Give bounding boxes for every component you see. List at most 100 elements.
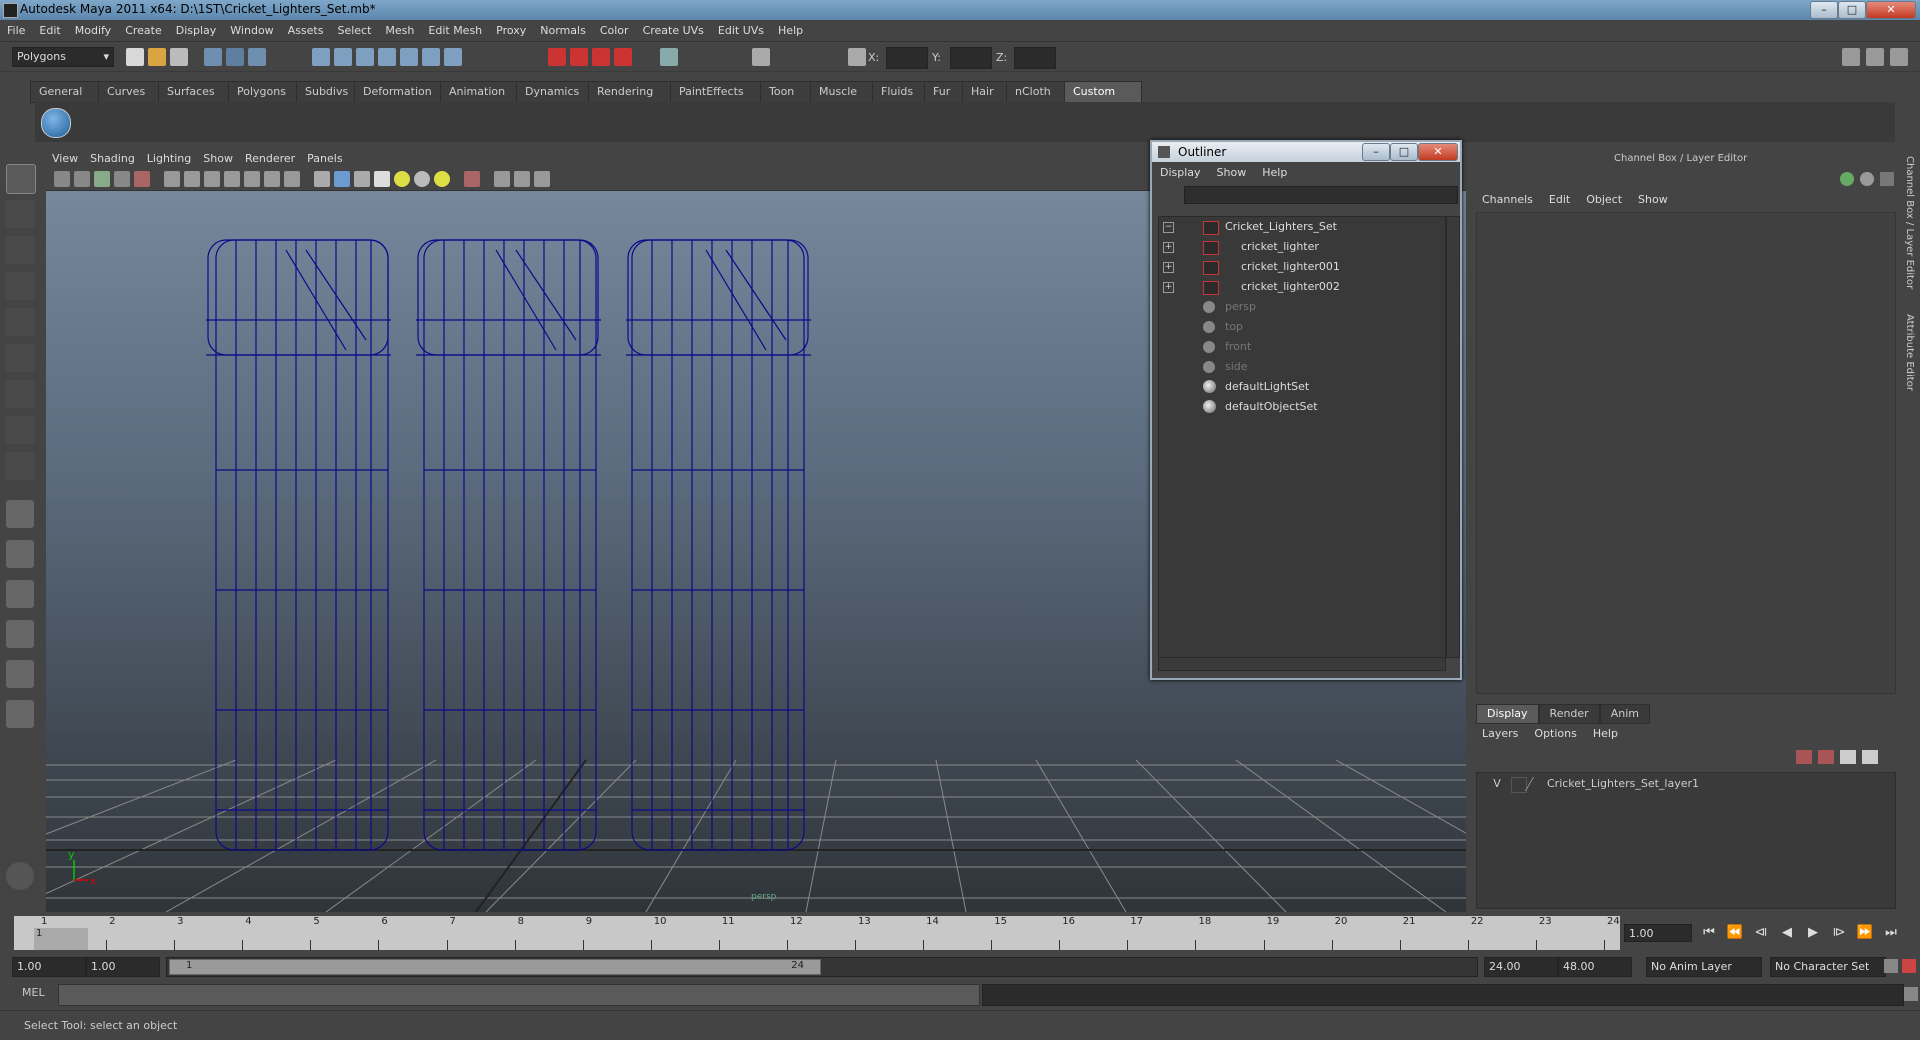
input-line-icon[interactable] (660, 48, 678, 66)
scale-tool-icon[interactable] (6, 344, 34, 372)
outliner-vertical-scrollbar[interactable] (1446, 216, 1460, 658)
outliner-item[interactable]: defaultObjectSet (1159, 397, 1443, 417)
menu-color[interactable]: Color (593, 20, 636, 42)
persp-graph-layout-icon[interactable] (6, 620, 34, 648)
viewport-menu-panels[interactable]: Panels (301, 150, 348, 168)
script-editor-icon[interactable] (6, 862, 34, 890)
step-forward-key-button[interactable]: ⏩ (1856, 924, 1874, 942)
move-layer-down-icon[interactable] (1862, 750, 1878, 764)
display-layer-row[interactable]: V Cricket_Lighters_Set_layer1 (1477, 773, 1895, 795)
snap-view-icon[interactable] (400, 48, 418, 66)
shadows-icon[interactable] (434, 171, 450, 187)
outliner-item[interactable]: side (1159, 357, 1443, 377)
menu-edit[interactable]: Edit (32, 20, 67, 42)
side-tab-channel-box[interactable]: Channel Box / Layer Editor (1904, 156, 1915, 289)
script-language-label[interactable]: MEL (22, 986, 45, 999)
menu-window[interactable]: Window (223, 20, 280, 42)
outliner-item[interactable]: + cricket_lighter002 (1159, 277, 1443, 297)
anim-layer-dropdown[interactable]: No Anim Layer (1646, 957, 1762, 977)
snap-surface-icon[interactable] (378, 48, 396, 66)
menu-create-uvs[interactable]: Create UVs (636, 20, 711, 42)
camera-attributes-icon[interactable] (74, 171, 90, 187)
move-layer-up-icon[interactable] (1840, 750, 1856, 764)
step-back-key-button[interactable]: ⏪ (1726, 924, 1744, 942)
outliner-menu-show[interactable]: Show (1209, 163, 1255, 183)
grease-pencil-icon[interactable] (134, 171, 150, 187)
wireframe-icon[interactable] (314, 171, 330, 187)
xray-joints-icon[interactable] (514, 171, 530, 187)
outliner-item[interactable]: − Cricket_Lighters_Set (1159, 217, 1443, 237)
expand-icon[interactable]: + (1163, 242, 1174, 253)
outliner-item[interactable]: persp (1159, 297, 1443, 317)
outliner-item[interactable]: top (1159, 317, 1443, 337)
cb-menu-edit[interactable]: Edit (1541, 190, 1578, 210)
outliner-window[interactable]: Outliner – □ ✕ Display Show Help − Cricket_… (1150, 140, 1462, 680)
command-input[interactable] (58, 984, 980, 1006)
channel-box-color-icon[interactable] (1860, 172, 1874, 186)
toggle-attribute-editor-icon[interactable] (1842, 48, 1860, 66)
shelf-tab-custom[interactable]: Custom (1064, 81, 1142, 103)
save-scene-icon[interactable] (170, 48, 188, 66)
snap-point-icon[interactable] (356, 48, 374, 66)
layer-color-swatch[interactable] (1524, 777, 1547, 791)
viewport-menu-shading[interactable]: Shading (84, 150, 141, 168)
outliner-item[interactable]: + cricket_lighter (1159, 237, 1443, 257)
channel-box-pin-icon[interactable] (1880, 172, 1894, 186)
toggle-channel-box-icon[interactable] (1890, 48, 1908, 66)
outliner-close-button[interactable]: ✕ (1418, 143, 1458, 161)
history-icon[interactable] (444, 48, 462, 66)
menu-modify[interactable]: Modify (68, 20, 118, 42)
single-perspective-layout-icon[interactable] (6, 500, 34, 528)
wireframe-on-shaded-icon[interactable] (354, 171, 370, 187)
paint-select-tool-icon[interactable] (6, 236, 34, 264)
camera-select-icon[interactable] (54, 171, 70, 187)
collapse-icon[interactable]: − (1163, 222, 1174, 233)
menu-edit-uvs[interactable]: Edit UVs (711, 20, 771, 42)
layer-tab-display[interactable]: Display (1476, 704, 1539, 724)
menu-set-dropdown[interactable]: Polygons ▾ (12, 47, 114, 67)
cb-menu-show[interactable]: Show (1630, 190, 1676, 210)
show-manipulator-icon[interactable] (6, 452, 34, 480)
soft-mod-tool-icon[interactable] (6, 416, 34, 444)
four-view-layout-icon[interactable] (6, 540, 34, 568)
render-frame-icon[interactable] (548, 48, 566, 66)
layer-menu-help[interactable]: Help (1585, 724, 1626, 744)
cb-menu-channels[interactable]: Channels (1474, 190, 1541, 210)
outliner-horizontal-scrollbar[interactable] (1158, 657, 1446, 671)
safe-title-icon[interactable] (284, 171, 300, 187)
outliner-filter-field[interactable] (1184, 186, 1458, 204)
persp-outliner-layout-icon[interactable] (6, 580, 34, 608)
menu-mesh[interactable]: Mesh (378, 20, 421, 42)
outliner-item[interactable]: + cricket_lighter001 (1159, 257, 1443, 277)
ipr-render-icon[interactable] (570, 48, 588, 66)
menu-normals[interactable]: Normals (533, 20, 593, 42)
default-lighting-icon[interactable] (394, 171, 410, 187)
current-frame-field[interactable]: 1.00 (1624, 924, 1692, 942)
new-layer-selected-icon[interactable] (1818, 750, 1834, 764)
viewport-menu-lighting[interactable]: Lighting (141, 150, 197, 168)
make-live-icon[interactable] (422, 48, 440, 66)
animation-end-field[interactable]: 48.00 (1558, 957, 1632, 977)
play-forwards-button[interactable]: ▶ (1804, 924, 1822, 942)
show-hide-attr-editor-icon[interactable] (752, 48, 770, 66)
step-back-frame-button[interactable]: ⧏ (1752, 924, 1770, 942)
menu-assets[interactable]: Assets (281, 20, 331, 42)
outliner-menu-display[interactable]: Display (1152, 163, 1209, 183)
graph-editor-layout-icon[interactable] (6, 700, 34, 728)
xray-components-icon[interactable] (534, 171, 550, 187)
maximize-button[interactable]: □ (1838, 1, 1866, 19)
checkmark-shelf-icon[interactable] (41, 108, 71, 138)
smooth-shade-icon[interactable] (334, 171, 350, 187)
snap-grid-icon[interactable] (312, 48, 330, 66)
safe-action-icon[interactable] (264, 171, 280, 187)
outliner-item[interactable]: front (1159, 337, 1443, 357)
select-object-icon[interactable] (226, 48, 244, 66)
auto-key-icon[interactable] (1884, 959, 1898, 973)
current-time-marker[interactable]: 1 (34, 928, 88, 950)
menu-select[interactable]: Select (330, 20, 378, 42)
move-tool-icon[interactable] (6, 272, 34, 300)
play-backwards-button[interactable]: ◀ (1778, 924, 1796, 942)
layer-visibility-toggle[interactable]: V (1487, 773, 1507, 795)
menu-display[interactable]: Display (169, 20, 224, 42)
select-component-icon[interactable] (248, 48, 266, 66)
